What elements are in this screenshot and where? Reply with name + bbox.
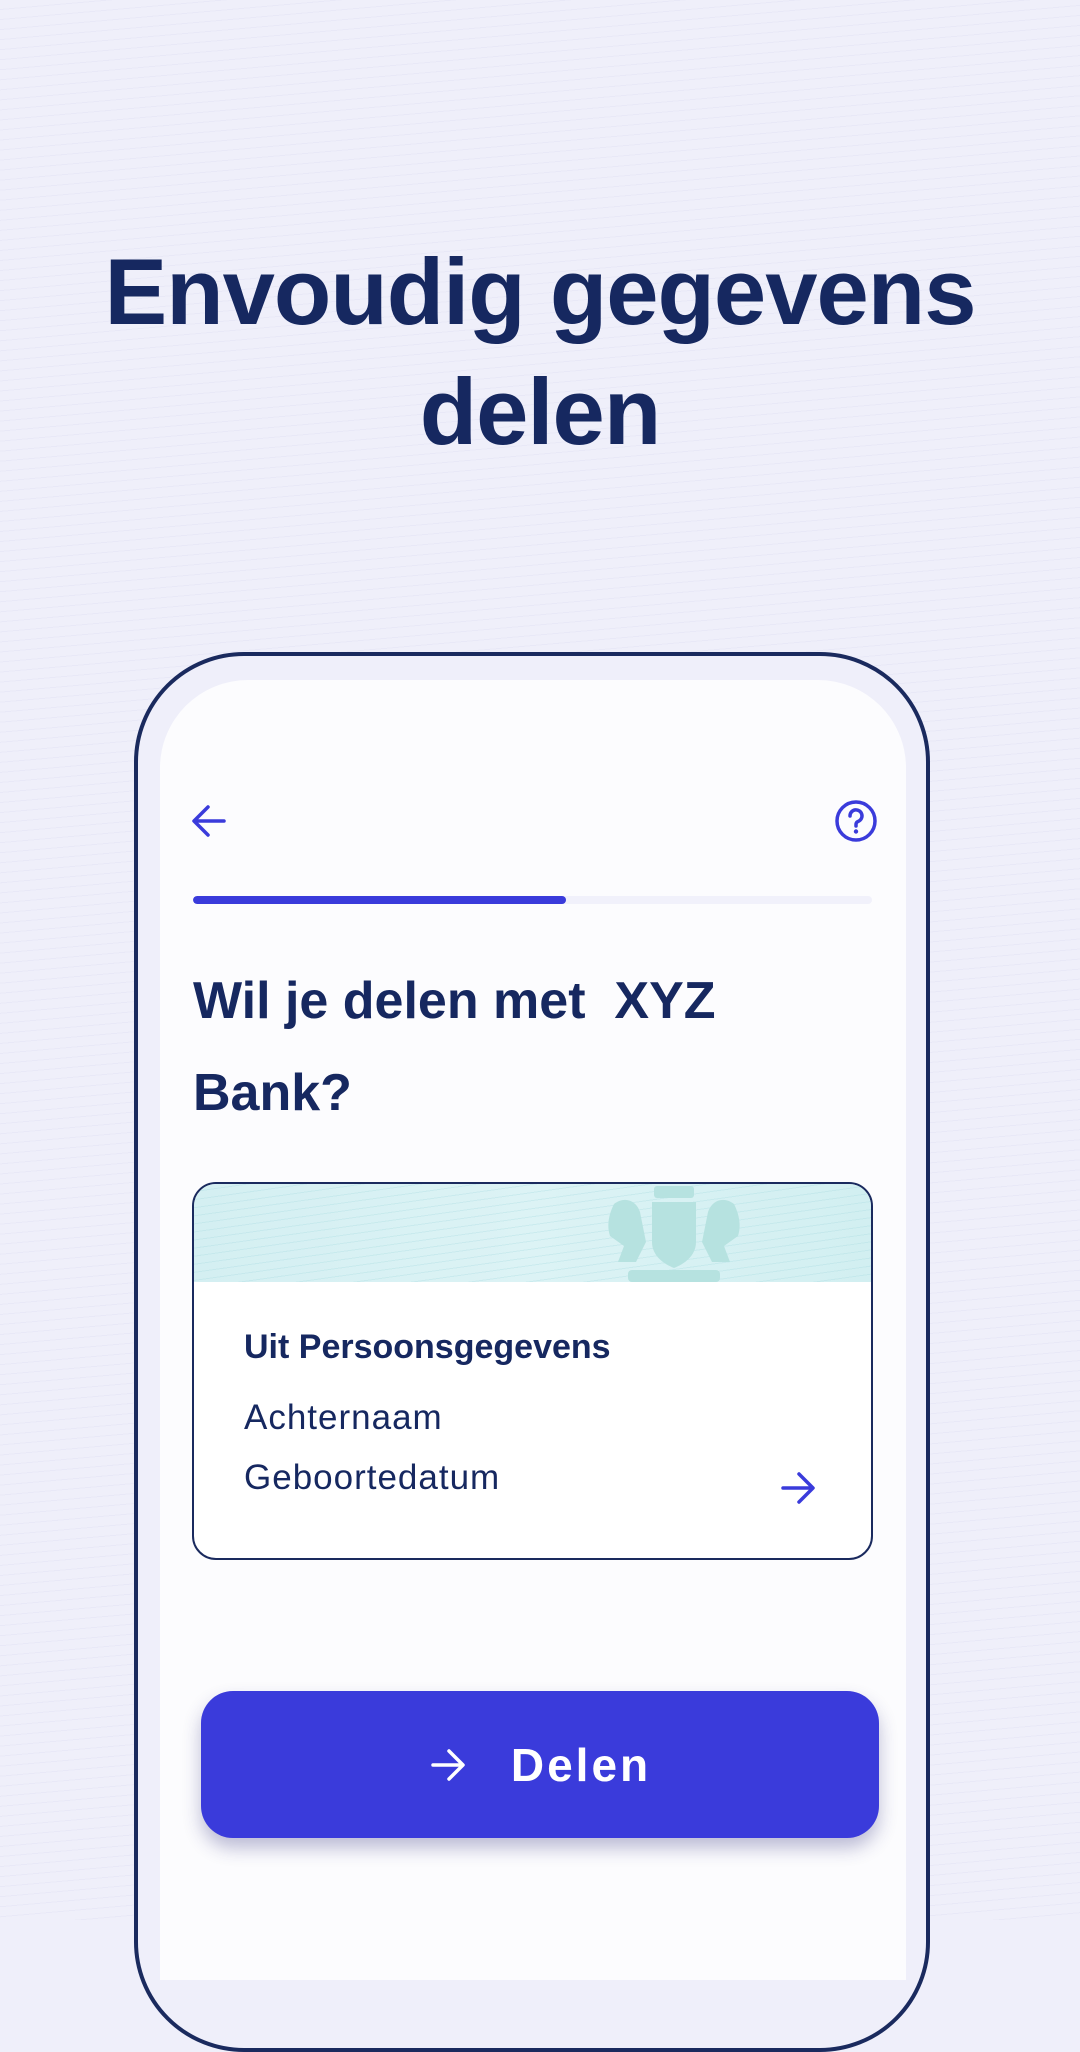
share-button-label: Delen <box>510 1738 652 1791</box>
card-arrow-right-icon[interactable] <box>779 1469 817 1507</box>
coat-of-arms-icon <box>608 1186 740 1282</box>
data-card[interactable]: Uit Persoonsgegevens Achternaam Geboorte… <box>192 1182 873 1560</box>
hero-title-line1: Envoudig gegevens <box>104 239 977 344</box>
hero-title: Envoudig gegevens delen <box>0 232 1080 472</box>
card-header-band <box>194 1184 871 1282</box>
help-icon[interactable] <box>834 799 878 843</box>
card-item-geboortedatum: Geboortedatum <box>244 1458 501 1497</box>
back-arrow-icon[interactable] <box>190 802 228 840</box>
hero-title-line2: delen <box>419 359 662 464</box>
share-button[interactable]: Delen <box>201 1691 879 1838</box>
share-question-heading: Wil je delen met XYZ Bank? <box>193 972 730 1122</box>
progress-bar-fill <box>193 896 567 904</box>
card-item-achternaam: Achternaam <box>244 1398 443 1437</box>
progress-bar <box>193 896 872 904</box>
card-title: Uit Persoonsgegevens <box>244 1328 611 1366</box>
arrow-right-icon <box>431 1748 465 1781</box>
